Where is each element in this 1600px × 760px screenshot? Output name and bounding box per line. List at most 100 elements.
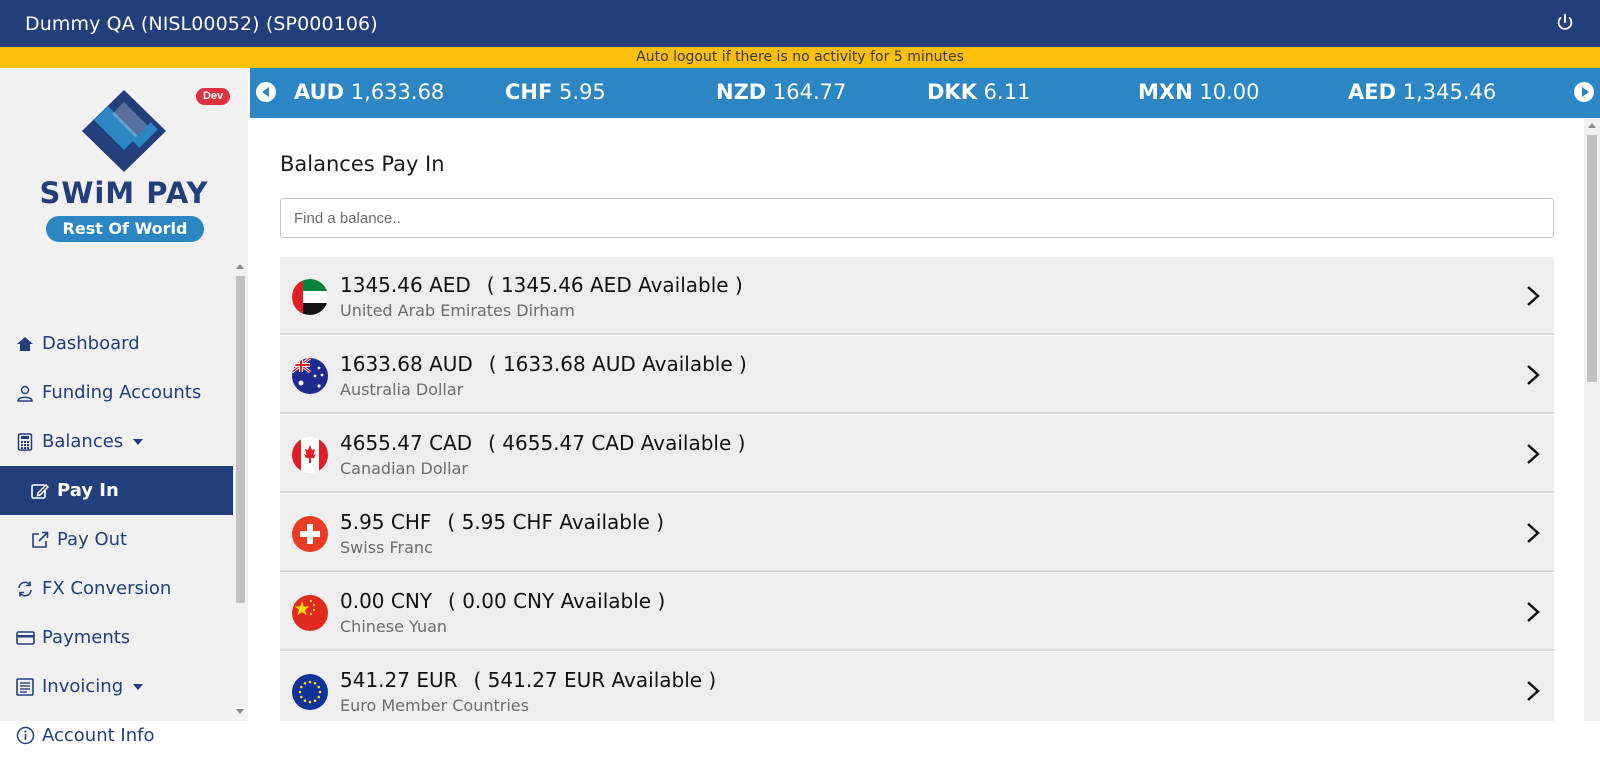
sidebar: Dev SWiM PAY Rest Of World Dashboard Fun… xyxy=(0,68,248,746)
ticker-item: DKK 6.11 xyxy=(927,80,1030,104)
ticker-code: DKK xyxy=(927,80,977,104)
balance-amount: 541.27 EUR ( 541.27 EUR Available ) xyxy=(340,668,716,692)
ticker-value: 1,633.68 xyxy=(350,80,445,104)
balance-total: 5.95 CHF xyxy=(340,510,432,534)
ticker-item: CHF 5.95 xyxy=(505,80,606,104)
currency-name: Chinese Yuan xyxy=(340,617,448,636)
sidebar-item-label: Payments xyxy=(42,627,131,648)
balance-row-cny[interactable]: 0.00 CNY ( 0.00 CNY Available ) Chinese Y… xyxy=(280,573,1554,651)
currency-name: Euro Member Countries xyxy=(340,696,529,715)
sidebar-item-label: Pay Out xyxy=(57,529,128,550)
user-icon xyxy=(15,383,35,403)
scroll-down-icon[interactable] xyxy=(236,709,244,714)
sidebar-item-pay-in[interactable]: Pay In xyxy=(0,466,233,515)
info-icon xyxy=(15,726,35,746)
ticker-code: NZD xyxy=(716,80,767,104)
ticker-value: 1,345.46 xyxy=(1402,80,1497,104)
sidebar-item-invoicing[interactable]: Invoicing xyxy=(0,662,233,711)
chevron-right-icon xyxy=(1527,286,1540,306)
balance-row-chf[interactable]: 5.95 CHF ( 5.95 CHF Available ) Swiss Fra… xyxy=(280,494,1554,572)
brand-name: SWiM PAY xyxy=(39,176,209,210)
list-icon xyxy=(15,677,35,697)
scrollbar-thumb[interactable] xyxy=(1587,135,1597,382)
balance-available: ( 5.95 CHF Available ) xyxy=(447,510,665,534)
balance-available: ( 541.27 EUR Available ) xyxy=(473,668,717,692)
flag-australia-icon xyxy=(292,358,328,394)
balance-search-input[interactable] xyxy=(280,198,1554,238)
balance-amount: 1345.46 AED ( 1345.46 AED Available ) xyxy=(340,273,743,297)
chevron-down-icon xyxy=(133,438,144,445)
sidebar-item-account-info[interactable]: Account Info xyxy=(0,711,233,760)
ticker-value: 10.00 xyxy=(1199,80,1260,104)
ticker-item: AED 1,345.46 xyxy=(1348,80,1496,104)
balance-amount: 5.95 CHF ( 5.95 CHF Available ) xyxy=(340,510,664,534)
account-title: Dummy QA (NISL00052) (SP000106) xyxy=(25,12,378,35)
chevron-left-icon xyxy=(262,87,269,97)
balance-available: ( 4655.47 CAD Available ) xyxy=(488,431,746,455)
balance-row-aed[interactable]: 1345.46 AED ( 1345.46 AED Available ) Uni… xyxy=(280,257,1554,335)
sidebar-item-pay-out[interactable]: Pay Out xyxy=(0,515,233,564)
balance-amount: 0.00 CNY ( 0.00 CNY Available ) xyxy=(340,589,665,613)
sidebar-item-label: FX Conversion xyxy=(42,578,172,599)
sidebar-item-label: Account Info xyxy=(42,725,155,746)
currency-name: Canadian Dollar xyxy=(340,459,468,478)
power-icon[interactable] xyxy=(1554,12,1576,34)
sidebar-item-label: Balances xyxy=(42,431,124,452)
refresh-icon xyxy=(15,579,35,599)
flag-switzerland-icon xyxy=(292,516,328,552)
chevron-right-icon xyxy=(1527,365,1540,385)
ticker-next-button[interactable] xyxy=(1574,82,1594,102)
ticker-value: 6.11 xyxy=(983,80,1031,104)
balance-total: 0.00 CNY xyxy=(340,589,433,613)
sidebar-panel: Dev SWiM PAY Rest Of World Dashboard Fun… xyxy=(0,68,233,746)
balance-row-eur[interactable]: 541.27 EUR ( 541.27 EUR Available ) Euro … xyxy=(280,652,1554,721)
sidebar-item-label: Invoicing xyxy=(42,676,124,697)
chevron-down-icon xyxy=(133,683,144,690)
sidebar-item-fx-conversion[interactable]: FX Conversion xyxy=(0,564,233,613)
ticker-item: MXN 10.00 xyxy=(1138,80,1259,104)
chevron-right-icon xyxy=(1527,681,1540,701)
external-link-icon xyxy=(30,530,50,550)
top-bar: Dummy QA (NISL00052) (SP000106) xyxy=(0,0,1600,47)
sidebar-item-funding-accounts[interactable]: Funding Accounts xyxy=(0,368,233,417)
balance-row-cad[interactable]: 4655.47 CAD ( 4655.47 CAD Available ) Can… xyxy=(280,415,1554,493)
balance-available: ( 0.00 CNY Available ) xyxy=(448,589,666,613)
balance-amount: 4655.47 CAD ( 4655.47 CAD Available ) xyxy=(340,431,745,455)
flag-uae-icon xyxy=(292,279,328,315)
ticker-value: 164.77 xyxy=(772,80,847,104)
sidebar-item-balances[interactable]: Balances xyxy=(0,417,233,466)
balance-available: ( 1345.46 AED Available ) xyxy=(486,273,743,297)
balance-total: 1633.68 AUD xyxy=(340,352,473,376)
ticker-item: AUD 1,633.68 xyxy=(294,80,444,104)
edit-icon xyxy=(30,481,50,501)
ticker-prev-button[interactable] xyxy=(256,82,276,102)
balance-row-aud[interactable]: 1633.68 AUD ( 1633.68 AUD Available ) Aus… xyxy=(280,336,1554,414)
flag-canada-icon xyxy=(292,437,328,473)
balance-available: ( 1633.68 AUD Available ) xyxy=(488,352,747,376)
chevron-right-icon xyxy=(1527,444,1540,464)
ticker-code: MXN xyxy=(1138,80,1193,104)
main-scrollbar[interactable] xyxy=(1584,118,1600,721)
scrollbar-thumb[interactable] xyxy=(236,276,245,603)
sidebar-scrollbar[interactable] xyxy=(233,68,248,721)
sidebar-item-dashboard[interactable]: Dashboard xyxy=(0,319,233,368)
flag-eu-icon xyxy=(292,674,328,710)
balance-total: 1345.46 AED xyxy=(340,273,471,297)
region-badge: Rest Of World xyxy=(46,216,204,242)
scroll-up-icon[interactable] xyxy=(236,264,244,269)
sidebar-item-payments[interactable]: Payments xyxy=(0,613,233,662)
main-content: Balances Pay In 1345.46 AED ( 1345.46 AED… xyxy=(250,118,1584,721)
credit-card-icon xyxy=(15,628,35,648)
ticker-code: AED xyxy=(1348,80,1397,104)
balance-total: 541.27 EUR xyxy=(340,668,458,692)
balance-total: 4655.47 CAD xyxy=(340,431,473,455)
swim-pay-logo xyxy=(82,90,166,172)
ticker-code: CHF xyxy=(505,80,553,104)
sidebar-item-label: Dashboard xyxy=(42,333,140,354)
chevron-right-icon xyxy=(1527,523,1540,543)
ticker-item: NZD 164.77 xyxy=(716,80,846,104)
scroll-up-icon[interactable] xyxy=(1588,123,1596,128)
sidebar-item-label: Funding Accounts xyxy=(42,382,202,403)
currency-ticker: AUD 1,633.68 CHF 5.95 NZD 164.77 DKK 6.1… xyxy=(250,68,1600,118)
auto-logout-notice: Auto logout if there is no activity for … xyxy=(0,47,1600,68)
